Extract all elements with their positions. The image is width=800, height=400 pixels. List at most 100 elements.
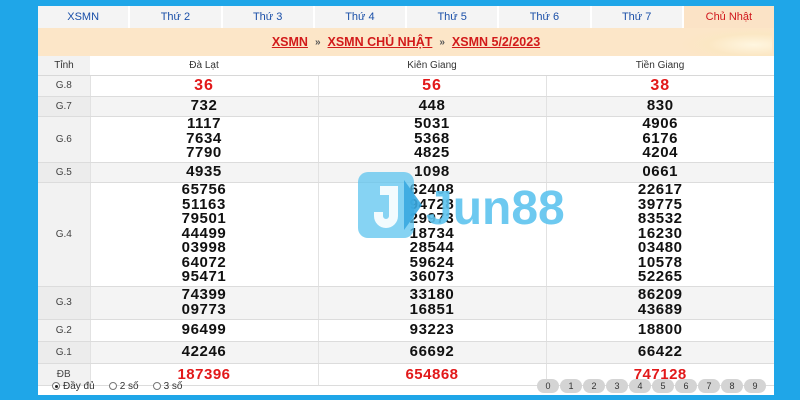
result-stack: 830 xyxy=(547,96,775,114)
option-3-digits[interactable]: 3 số xyxy=(152,380,183,392)
result-cell: 86209 43689 xyxy=(545,286,775,320)
digit-button[interactable]: 9 xyxy=(744,379,766,393)
result-cell: 93223 xyxy=(317,319,546,342)
result-stack: 93223 xyxy=(319,322,546,338)
digit-filter: 0123456789 xyxy=(537,379,766,393)
result-cell: 18800 xyxy=(545,319,774,342)
result-cell: 96499 xyxy=(89,319,318,342)
digit-button[interactable]: 4 xyxy=(629,379,651,393)
tab-thu-5[interactable]: Thứ 5 xyxy=(407,6,500,28)
header-province-label: Tỉnh xyxy=(38,56,90,76)
result-number: 66422 xyxy=(637,342,683,360)
result-number: 830 xyxy=(646,96,674,114)
result-stack: 62408 94728 29973 18734 28544 59624 36073 xyxy=(319,183,546,285)
result-number: 09773 xyxy=(181,300,227,318)
result-stack: 66422 xyxy=(547,342,775,360)
breadcrumb-separator: » xyxy=(314,36,321,48)
option-label: Đầy đủ xyxy=(63,380,95,392)
result-cell: 66692 xyxy=(317,341,546,364)
option-full[interactable]: Đầy đủ xyxy=(52,381,95,392)
result-stack: 42246 xyxy=(91,342,318,360)
digit-button[interactable]: 8 xyxy=(721,379,743,393)
option-2-digits[interactable]: 2 số xyxy=(108,380,139,392)
radio-icon xyxy=(108,382,117,390)
prize-label: G.5 xyxy=(38,162,90,183)
digit-button[interactable]: 0 xyxy=(537,379,559,393)
prize-row: G.7 732 448 830 xyxy=(38,96,775,117)
result-number: 0661 xyxy=(642,162,679,180)
result-stack: 448 xyxy=(319,98,546,114)
results-body: G.8 36 56 38 G.7 732 448 830 G.6 1117 7634 7790 5031… xyxy=(38,75,775,386)
tab-thu-3[interactable]: Thứ 3 xyxy=(222,6,315,28)
result-cell: 22617 39775 83532 16230 03480 10578 52265 xyxy=(545,182,774,287)
result-cell: 42246 xyxy=(89,341,318,364)
result-stack: 5031 5368 4825 xyxy=(319,117,546,161)
result-number: 4825 xyxy=(414,144,450,162)
result-cell: 33180 16851 xyxy=(317,286,546,320)
radio-icon xyxy=(52,382,60,390)
display-options-bar: Đầy đủ 2 số 3 số 0123456789 xyxy=(38,377,774,395)
result-cell: 38 xyxy=(545,75,775,97)
prize-label: G.1 xyxy=(38,341,90,364)
prize-label: G.7 xyxy=(38,96,90,117)
tab-thu-6[interactable]: Thứ 6 xyxy=(499,6,592,28)
result-number: 18800 xyxy=(637,320,683,338)
tab-thu-2[interactable]: Thứ 2 xyxy=(130,6,223,28)
result-cell: 4906 6176 4204 xyxy=(545,116,774,163)
result-number: 36 xyxy=(194,76,214,94)
breadcrumb-link-chu-nhat[interactable]: XSMN CHỦ NHẬT xyxy=(328,35,433,49)
digit-button[interactable]: 1 xyxy=(560,379,582,393)
breadcrumb-separator: » xyxy=(439,36,445,48)
result-number: 42246 xyxy=(181,342,227,360)
result-stack: 86209 43689 xyxy=(547,287,775,318)
result-number: 66692 xyxy=(409,342,455,360)
result-stack: 74399 09773 xyxy=(91,287,318,318)
prize-label: G.4 xyxy=(38,182,90,287)
result-cell: 732 xyxy=(89,96,318,117)
result-cell: 1098 xyxy=(317,162,546,183)
prize-label: G.2 xyxy=(38,319,90,342)
result-cell: 65756 51163 79501 44499 03998 64072 95471 xyxy=(89,182,318,287)
tab-xsmn[interactable]: XSMN xyxy=(38,6,131,28)
result-number: 52265 xyxy=(637,268,683,286)
tab-chu-nhat[interactable]: Chủ Nhật xyxy=(683,6,774,28)
decorative-swoosh xyxy=(682,28,772,56)
digit-button[interactable]: 5 xyxy=(652,379,674,393)
option-label: 2 số xyxy=(119,380,139,392)
breadcrumb-link-date[interactable]: XSMN 5/2/2023 xyxy=(452,35,540,49)
result-number: 4935 xyxy=(186,162,222,180)
header-province-da-lat: Đà Lạt xyxy=(90,56,318,76)
result-stack: 66692 xyxy=(319,342,546,360)
result-stack: 1098 xyxy=(319,162,546,180)
option-label: 3 số xyxy=(163,380,183,392)
result-stack: 0661 xyxy=(547,162,775,180)
digit-button[interactable]: 3 xyxy=(606,379,628,393)
result-number: 4204 xyxy=(642,144,679,162)
result-cell: 36 xyxy=(89,75,318,97)
result-stack: 38 xyxy=(547,77,775,95)
prize-label: G.6 xyxy=(38,116,90,163)
result-number: 732 xyxy=(190,96,218,114)
result-cell: 62408 94728 29973 18734 28544 59624 36073 xyxy=(317,182,546,287)
prize-row: G.5 4935 1098 0661 xyxy=(38,162,775,183)
result-cell: 5031 5368 4825 xyxy=(317,116,546,163)
tab-thu-7[interactable]: Thứ 7 xyxy=(591,6,684,28)
result-number: 38 xyxy=(650,76,671,94)
day-tabs: XSMN Thứ 2 Thứ 3 Thứ 4 Thứ 5 Thứ 6 Thứ 7… xyxy=(38,6,774,28)
breadcrumb-link-xsmn[interactable]: XSMN xyxy=(272,35,308,49)
digit-button[interactable]: 7 xyxy=(698,379,720,393)
result-number: 43689 xyxy=(637,300,683,318)
result-cell: 74399 09773 xyxy=(89,286,318,320)
result-stack: 1117 7634 7790 xyxy=(91,117,318,161)
tab-thu-4[interactable]: Thứ 4 xyxy=(314,6,407,28)
result-number: 1098 xyxy=(414,162,450,180)
result-cell: 448 xyxy=(317,96,546,117)
result-stack: 96499 xyxy=(91,320,318,338)
prize-label: G.8 xyxy=(38,75,90,97)
prize-row: G.8 36 56 38 xyxy=(38,75,775,97)
result-number: 95471 xyxy=(181,268,227,286)
result-number: 96499 xyxy=(181,320,227,338)
breadcrumb: XSMN » XSMN CHỦ NHẬT » XSMN 5/2/2023 xyxy=(38,28,774,56)
digit-button[interactable]: 6 xyxy=(675,379,697,393)
digit-button[interactable]: 2 xyxy=(583,379,605,393)
